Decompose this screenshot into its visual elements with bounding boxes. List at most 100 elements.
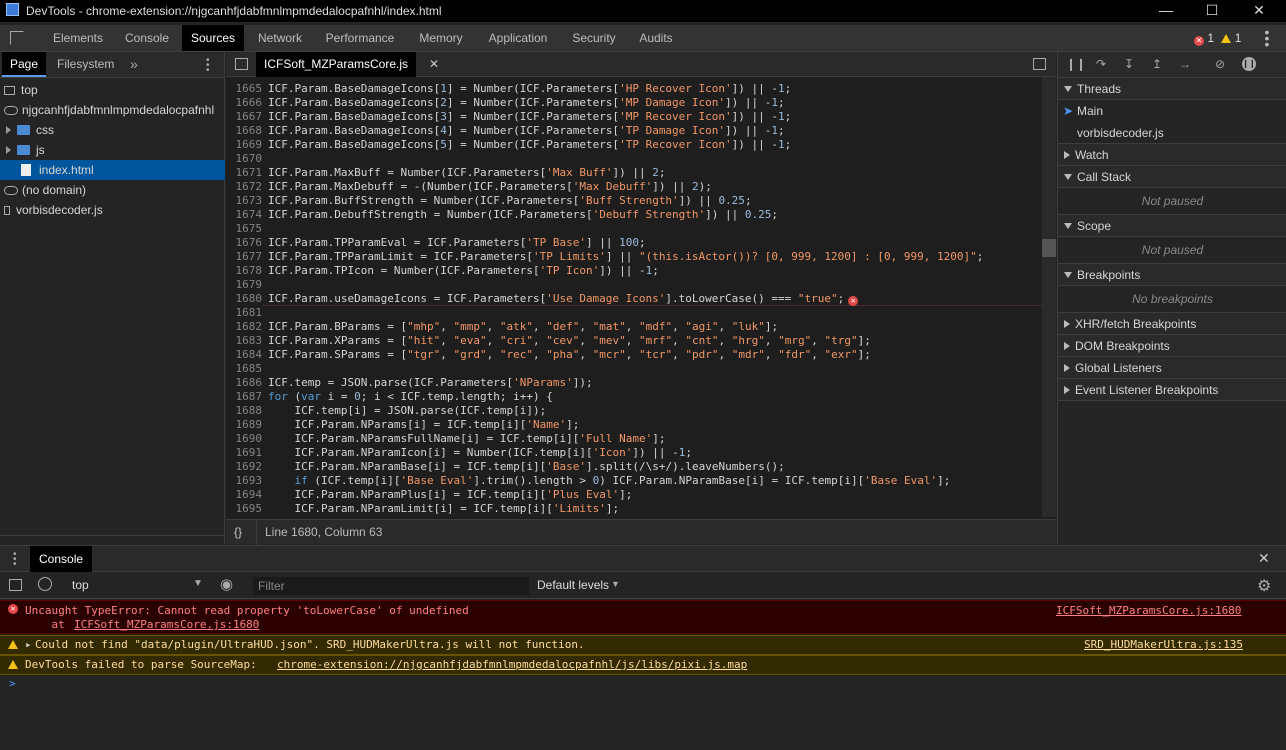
- line-number[interactable]: 1667: [226, 110, 263, 123]
- line-number[interactable]: 1674: [226, 208, 263, 221]
- line-number[interactable]: 1675: [226, 222, 263, 235]
- pause-on-exceptions-icon[interactable]: ❙❙: [1242, 57, 1256, 71]
- line-number[interactable]: 1687: [226, 390, 263, 403]
- code-line[interactable]: ICF.Param.TPIcon = Number(ICF.Parameters…: [268, 264, 659, 277]
- editor-scrollbar[interactable]: [1042, 77, 1056, 517]
- code-line[interactable]: ICF.temp[i] = JSON.parse(ICF.temp[i]);: [268, 404, 547, 417]
- tab-audits[interactable]: Audits: [630, 25, 682, 51]
- code-line[interactable]: ICF.Param.BParams = ["mhp", "mmp", "atk"…: [268, 320, 778, 333]
- code-line[interactable]: ICF.Param.DebuffStrength = Number(ICF.Pa…: [268, 208, 778, 221]
- minimize-button[interactable]: —: [1143, 0, 1189, 22]
- line-number[interactable]: 1695: [226, 502, 263, 515]
- tree-item-css[interactable]: css: [0, 120, 225, 140]
- expand-message-triangle-icon[interactable]: ▸: [25, 636, 32, 654]
- toggle-debugger-icon[interactable]: [1033, 58, 1046, 70]
- line-number[interactable]: 1694: [226, 488, 263, 501]
- navigator-scrollbar[interactable]: [0, 530, 225, 536]
- tab-application[interactable]: Application: [478, 25, 558, 51]
- toggle-navigator-icon[interactable]: [235, 58, 248, 70]
- code-line[interactable]: ICF.Param.BaseDamageIcons[2] = Number(IC…: [268, 96, 785, 109]
- section-event-listener-breakpoints[interactable]: Event Listener Breakpoints: [1058, 379, 1286, 401]
- close-tab-icon[interactable]: ✕: [429, 57, 439, 71]
- section-watch[interactable]: Watch: [1058, 144, 1286, 166]
- line-number[interactable]: 1681: [226, 306, 263, 319]
- navigator-menu-icon[interactable]: • • •: [206, 56, 210, 76]
- tab-performance[interactable]: Performance: [316, 25, 404, 51]
- close-window-button[interactable]: ✕: [1236, 0, 1282, 22]
- line-number[interactable]: 1685: [226, 362, 263, 375]
- code-line[interactable]: for (var i = 0; i < ICF.temp.length; i++…: [268, 390, 553, 403]
- code-line[interactable]: ICF.temp = JSON.parse(ICF.Parameters['NP…: [268, 376, 593, 389]
- line-number[interactable]: 1688: [226, 404, 263, 417]
- close-drawer-icon[interactable]: ✕: [1258, 550, 1270, 567]
- expand-caret-icon[interactable]: [6, 126, 11, 134]
- clear-console-icon[interactable]: [38, 577, 52, 591]
- pause-script-icon[interactable]: ❙❙: [1066, 57, 1086, 71]
- console-error-message[interactable]: ✕ Uncaught TypeError: Cannot read proper…: [0, 600, 1286, 634]
- line-number[interactable]: 1671: [226, 166, 263, 179]
- line-number[interactable]: 1676: [226, 236, 263, 249]
- tree-item-vorbisdecoder[interactable]: vorbisdecoder.js: [0, 200, 225, 220]
- tree-item-js[interactable]: js: [0, 140, 225, 160]
- code-line[interactable]: ICF.Param.NParamIcon[i] = Number(ICF.tem…: [268, 446, 692, 459]
- drawer-tab-console[interactable]: Console: [30, 546, 93, 572]
- context-selector[interactable]: top: [72, 578, 89, 592]
- line-number[interactable]: 1678: [226, 264, 263, 277]
- code-line[interactable]: ICF.Param.MaxBuff = Number(ICF.Parameter…: [268, 166, 665, 179]
- live-expression-eye-icon[interactable]: ◉: [220, 575, 233, 593]
- section-scope[interactable]: Scope: [1058, 215, 1286, 237]
- line-number[interactable]: 1679: [226, 278, 263, 291]
- code-line[interactable]: ICF.Param.NParamBase[i] = ICF.temp[i]['B…: [268, 460, 785, 473]
- context-dropdown-icon[interactable]: ▼: [193, 578, 203, 589]
- line-number[interactable]: 1677: [226, 250, 263, 263]
- code-line[interactable]: ICF.Param.NParams[i] = ICF.temp[i]['Name…: [268, 418, 580, 431]
- issue-counts[interactable]: ✕ 1 1: [1194, 31, 1241, 46]
- section-xhr-breakpoints[interactable]: XHR/fetch Breakpoints: [1058, 313, 1286, 335]
- line-number[interactable]: 1689: [226, 418, 263, 431]
- line-number[interactable]: 1668: [226, 124, 263, 137]
- tab-elements[interactable]: Elements: [44, 25, 112, 51]
- line-number[interactable]: 1666: [226, 96, 263, 109]
- tab-sources[interactable]: Sources: [182, 25, 244, 51]
- code-line[interactable]: ICF.Param.BaseDamageIcons[5] = Number(IC…: [268, 138, 791, 151]
- code-line[interactable]: ICF.Param.NParamLimit[i] = ICF.temp[i]['…: [268, 502, 620, 515]
- tree-item-top[interactable]: top: [0, 80, 225, 100]
- line-number[interactable]: 1692: [226, 460, 263, 473]
- sourcemap-link[interactable]: chrome-extension://njgcanhfjdabfmnlmpmde…: [277, 656, 747, 674]
- code-line[interactable]: ICF.Param.SParams = ["tgr", "grd", "rec"…: [268, 348, 871, 361]
- levels-chevron-down-icon[interactable]: ▼: [611, 579, 620, 589]
- tab-console[interactable]: Console: [116, 25, 178, 51]
- code-line[interactable]: if (ICF.temp[i]['Base Eval'].trim().leng…: [268, 474, 951, 487]
- step-icon[interactable]: →: [1178, 57, 1192, 71]
- more-options-icon[interactable]: • • •: [1262, 25, 1272, 51]
- tree-item-extension-origin[interactable]: njgcanhfjdabfmnlmpmdedalocpafnhl: [0, 100, 225, 120]
- editor-tab-file[interactable]: ICFSoft_MZParamsCore.js: [256, 52, 417, 77]
- line-number[interactable]: 1680: [226, 292, 263, 305]
- thread-main[interactable]: ➤ Main: [1058, 100, 1286, 122]
- code-line[interactable]: ICF.Param.BaseDamageIcons[4] = Number(IC…: [268, 124, 785, 137]
- section-call-stack[interactable]: Call Stack: [1058, 166, 1286, 188]
- line-number[interactable]: 1682: [226, 320, 263, 333]
- line-number[interactable]: 1672: [226, 180, 263, 193]
- line-number[interactable]: 1684: [226, 348, 263, 361]
- code-line[interactable]: ICF.Param.NParamsFullName[i] = ICF.temp[…: [268, 432, 666, 445]
- console-prompt[interactable]: >: [9, 677, 16, 690]
- console-warning-message[interactable]: ▸ Could not find "data/plugin/UltraHUD.j…: [0, 635, 1286, 655]
- maximize-button[interactable]: ☐: [1189, 0, 1235, 22]
- code-line[interactable]: ICF.Param.MaxDebuff = -(Number(ICF.Param…: [268, 180, 712, 193]
- pretty-print-button[interactable]: {}: [234, 520, 242, 545]
- step-into-icon[interactable]: ↧: [1122, 57, 1136, 71]
- step-out-icon[interactable]: ↥: [1150, 57, 1164, 71]
- code-line-error[interactable]: ICF.Param.useDamageIcons = ICF.Parameter…: [268, 292, 859, 306]
- code-line[interactable]: ICF.Param.NParamPlus[i] = ICF.temp[i]['P…: [268, 488, 633, 501]
- tab-security[interactable]: Security: [562, 25, 626, 51]
- line-number[interactable]: 1673: [226, 194, 263, 207]
- tab-page[interactable]: Page: [2, 52, 47, 77]
- code-line[interactable]: ICF.Param.BaseDamageIcons[3] = Number(IC…: [268, 110, 791, 123]
- tab-memory[interactable]: Memory: [408, 25, 474, 51]
- line-number[interactable]: 1670: [226, 152, 263, 165]
- code-line[interactable]: ICF.Param.TPParamEval = ICF.Parameters['…: [268, 236, 646, 249]
- line-number[interactable]: 1669: [226, 138, 263, 151]
- warning-source-link[interactable]: SRD_HUDMakerUltra.js:135: [1084, 636, 1243, 654]
- console-filter-input[interactable]: Filter: [253, 577, 529, 595]
